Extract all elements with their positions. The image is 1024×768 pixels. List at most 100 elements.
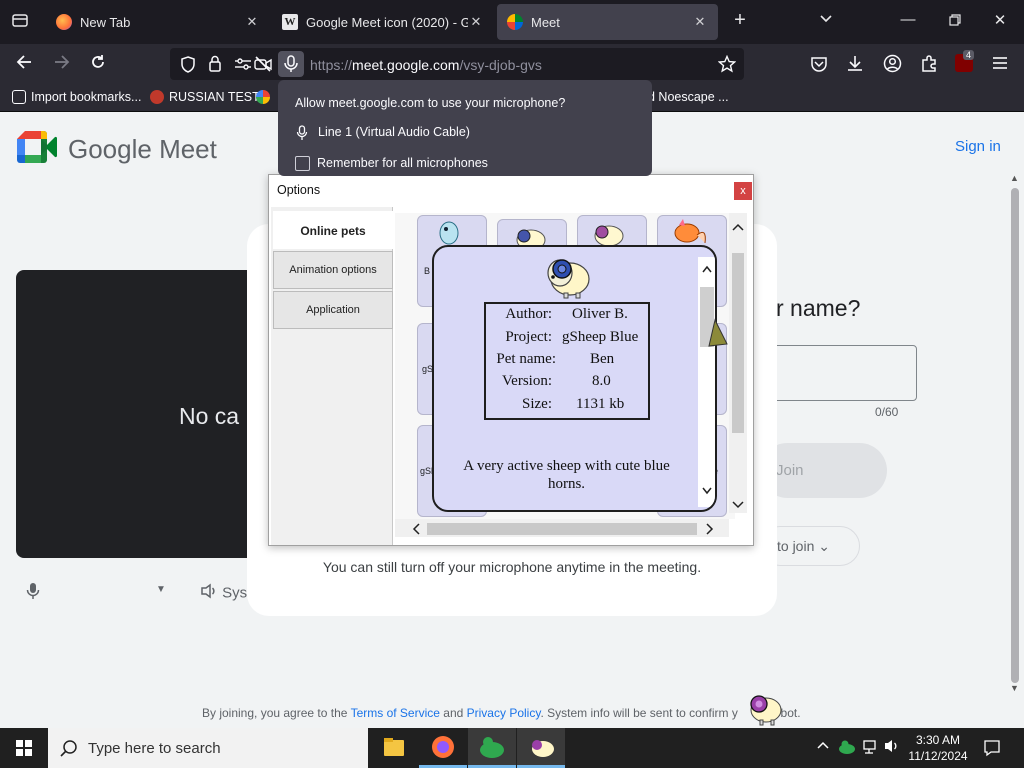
network-icon[interactable]: [862, 738, 880, 759]
volume-icon[interactable]: [884, 738, 900, 757]
no-camera-text: No ca: [179, 403, 240, 429]
close-icon[interactable]: ✕: [468, 14, 484, 30]
privacy-link[interactable]: Privacy Policy: [467, 706, 541, 720]
scroll-up-icon[interactable]: ▲: [1010, 173, 1019, 183]
footer-text: By joining, you agree to the: [202, 706, 348, 720]
close-icon[interactable]: ✕: [692, 14, 708, 30]
speaker-select[interactable]: Sys: [200, 583, 247, 603]
close-window-icon[interactable]: ✕: [990, 11, 1010, 31]
detail-value: gSheep Blue: [562, 329, 639, 345]
pets-horizontal-scrollbar[interactable]: [395, 519, 729, 537]
tab-list-icon[interactable]: [10, 12, 30, 34]
sheep-taskbar-icon[interactable]: [517, 728, 565, 768]
name-question: r name?: [776, 295, 861, 321]
scroll-right-icon[interactable]: [705, 522, 715, 539]
tab-wikipedia[interactable]: W Google Meet icon (2020) - Goog ✕: [272, 4, 494, 40]
pets-vertical-scrollbar-thumb[interactable]: [732, 253, 744, 433]
tab-animation-options[interactable]: Animation options: [273, 251, 393, 289]
footer-and: and: [443, 706, 464, 720]
pet-card-label: B: [424, 266, 431, 276]
detail-value: 1131 kb: [576, 396, 625, 412]
tab-label: New Tab: [80, 14, 131, 30]
minimize-icon[interactable]: —: [898, 10, 918, 30]
scroll-down-icon[interactable]: [701, 483, 713, 501]
google-icon: [256, 90, 270, 104]
microphone-permission-icon[interactable]: [278, 51, 304, 77]
microphone-device-select[interactable]: Line 1 (Virtual Audio Cable): [318, 125, 470, 139]
windows-start-icon[interactable]: [0, 728, 48, 768]
downloads-icon[interactable]: [846, 54, 864, 77]
reload-icon[interactable]: [86, 54, 110, 76]
pocket-icon[interactable]: [810, 55, 828, 78]
permission-question: Allow meet.google.com to use your microp…: [295, 96, 566, 110]
shield-icon[interactable]: [180, 56, 196, 78]
page-scrollbar[interactable]: ▲ ▼: [1006, 113, 1024, 728]
restore-icon[interactable]: [945, 12, 965, 32]
desktop-pet-sheep-icon[interactable]: [744, 690, 784, 731]
join-button[interactable]: Join: [760, 443, 887, 498]
bookmark-import[interactable]: Import bookmarks...: [12, 90, 141, 104]
pet-details-table: Author: Oliver B. Project: gSheep Blue Pet…: [484, 302, 650, 420]
scroll-left-icon[interactable]: [411, 522, 421, 539]
account-icon[interactable]: [883, 54, 902, 78]
bookmark-label: d Noescape ...: [648, 90, 729, 104]
tab-meet[interactable]: Meet ✕: [497, 4, 718, 40]
file-explorer-icon[interactable]: [370, 728, 418, 768]
extensions-icon[interactable]: [920, 54, 938, 77]
chevron-down-icon[interactable]: ▼: [156, 584, 166, 595]
lock-icon[interactable]: [208, 55, 222, 77]
desktop-pet-creature-icon[interactable]: [705, 318, 731, 353]
tab-online-pets[interactable]: Online pets: [273, 211, 393, 249]
notifications-icon[interactable]: [983, 739, 1001, 760]
scroll-up-icon[interactable]: [731, 219, 745, 235]
windows-taskbar: Type here to search 3:30 AM 11/12/2024: [0, 728, 1024, 768]
options-sidebar: Online pets Animation options Applicatio…: [271, 207, 393, 545]
new-tab-button[interactable]: +: [730, 10, 750, 30]
page-scrollbar-thumb[interactable]: [1011, 188, 1019, 683]
speaker-label: Sys: [222, 584, 248, 602]
url-text[interactable]: https://meet.google.com/vsy-djob-gvs: [310, 57, 542, 73]
options-close-button[interactable]: x: [734, 182, 752, 200]
bookmark-label: RUSSIAN TEST: [169, 90, 260, 104]
bookmark-favicon-icon: [150, 90, 164, 104]
system-clock[interactable]: 3:30 AM 11/12/2024: [900, 732, 976, 764]
bookmark-noescape[interactable]: d Noescape ...: [648, 90, 729, 104]
remember-checkbox[interactable]: [295, 156, 310, 171]
camera-blocked-icon[interactable]: [254, 56, 272, 77]
bookmark-google[interactable]: [256, 90, 275, 104]
bookmark-label: Import bookmarks...: [31, 90, 142, 104]
tab-new-tab[interactable]: New Tab ✕: [46, 4, 270, 40]
firefox-icon: [56, 14, 72, 30]
pets-app-taskbar-icon[interactable]: [468, 728, 516, 768]
back-icon[interactable]: [12, 54, 36, 76]
permissions-icon[interactable]: [234, 57, 252, 76]
terms-link[interactable]: Terms of Service: [351, 706, 440, 720]
options-titlebar[interactable]: Options: [269, 175, 753, 205]
detail-row: Version: 8.0: [486, 373, 652, 394]
taskbar-search-box[interactable]: Type here to search: [48, 728, 368, 768]
scroll-down-icon[interactable]: ▼: [1010, 683, 1019, 693]
forward-icon[interactable]: [50, 54, 74, 76]
firefox-taskbar-icon[interactable]: [419, 728, 467, 768]
pets-vertical-scrollbar[interactable]: [729, 213, 747, 513]
tray-app-icon[interactable]: [838, 738, 856, 759]
name-input[interactable]: [760, 345, 917, 401]
url-bar[interactable]: https://meet.google.com/vsy-djob-gvs: [170, 48, 744, 80]
menu-icon[interactable]: [992, 56, 1008, 75]
tab-label: Google Meet icon (2020) - Goog: [306, 14, 468, 30]
microphone-icon[interactable]: [26, 582, 40, 605]
scroll-down-icon[interactable]: [731, 497, 745, 513]
url-path: /vsy-djob-gvs: [459, 57, 542, 73]
bookmark-star-icon[interactable]: [717, 54, 737, 78]
close-icon[interactable]: ✕: [244, 14, 260, 30]
bookmark-russian-test[interactable]: RUSSIAN TEST: [150, 90, 260, 104]
tab-application[interactable]: Application: [273, 291, 393, 329]
sign-in-link[interactable]: Sign in: [955, 138, 1001, 155]
pet-info-scrollbar[interactable]: [698, 257, 715, 507]
scroll-up-icon[interactable]: [701, 261, 713, 279]
list-all-tabs-icon[interactable]: [816, 10, 836, 30]
show-hidden-icons-icon[interactable]: [816, 738, 830, 753]
remember-label[interactable]: Remember for all microphones: [317, 156, 488, 170]
pets-horizontal-scrollbar-thumb[interactable]: [427, 523, 697, 535]
detail-row: Pet name: Ben: [486, 351, 652, 372]
